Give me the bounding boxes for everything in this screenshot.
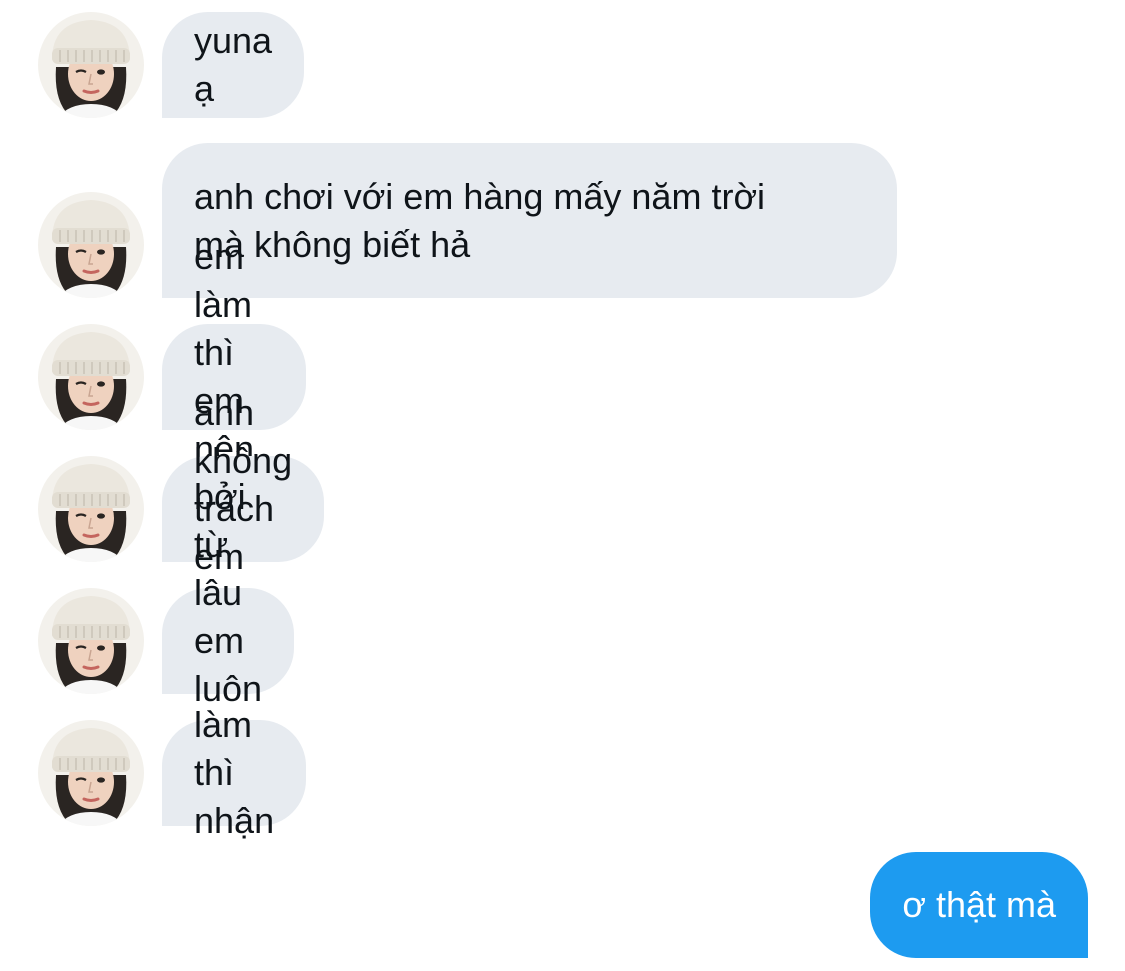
avatar[interactable] — [38, 192, 144, 298]
avatar[interactable] — [38, 12, 144, 118]
avatar-photo-icon — [38, 720, 144, 826]
avatar[interactable] — [38, 324, 144, 430]
avatar[interactable] — [38, 456, 144, 562]
avatar[interactable] — [38, 588, 144, 694]
avatar-photo-icon — [38, 12, 144, 118]
message-text: làm thì nhận — [194, 704, 275, 841]
avatar-photo-icon — [38, 192, 144, 298]
incoming-message-bubble[interactable]: làm thì nhận — [162, 704, 307, 841]
avatar-photo-icon — [38, 324, 144, 430]
avatar-photo-icon — [38, 588, 144, 694]
incoming-message-bubble[interactable]: yuna ạ — [162, 12, 305, 118]
message-text: ơ thật mà — [902, 884, 1056, 925]
outgoing-message-bubble[interactable]: ơ thật mà — [870, 852, 1088, 958]
message-text: anh chơi với em hàng mấy năm trời mà khô… — [194, 175, 766, 265]
message-text: yuna ạ — [194, 20, 273, 109]
avatar-photo-icon — [38, 456, 144, 562]
avatar[interactable] — [38, 720, 144, 826]
incoming-message-bubble[interactable]: bởi từ lâu em luôn thế mà — [162, 476, 295, 805]
